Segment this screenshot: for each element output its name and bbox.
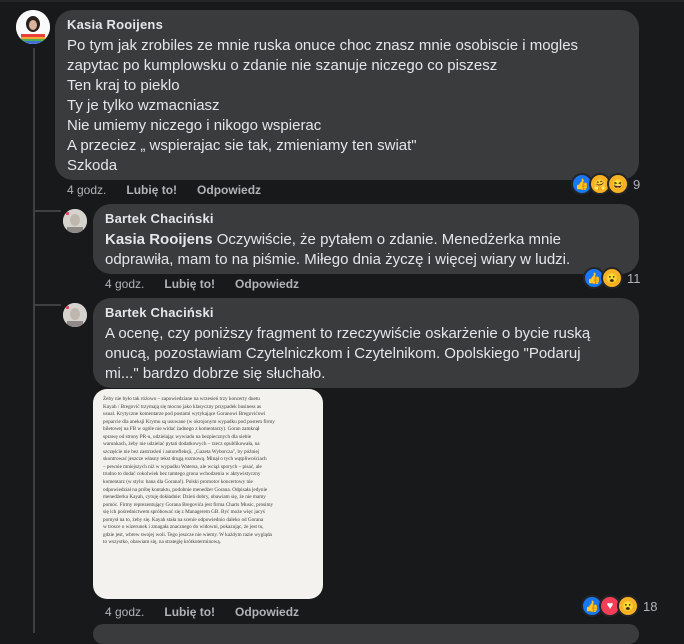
comment-line: zapytac po kumplowsku o zdanie nie szanu…: [67, 57, 498, 74]
comment-time[interactable]: 4 godz.: [105, 605, 144, 619]
thread-branch: [33, 210, 61, 212]
comment-line: Szkoda: [67, 157, 118, 174]
attachment-line: szczęście nie bez zastrzeżeń i autorefle…: [103, 448, 260, 455]
comment-author[interactable]: Kasia Rooijens: [67, 17, 627, 32]
attachment-line: skontrować jeszcze własny tekst drugą ro…: [103, 456, 267, 463]
attachment-line: się ich pośrednictwem spróbować się z Ma…: [103, 509, 265, 516]
attachment-line: trudno to dodać cokolwiek bez tamtego gr…: [103, 471, 261, 478]
thread-branch: [33, 304, 61, 306]
comment-line: Nie umiemy niczego i nikogo wspierac: [67, 117, 322, 134]
attachment-line: to wszystko, obawiam się, na strategię k…: [103, 539, 221, 546]
reply-button[interactable]: Odpowiedz: [235, 277, 299, 291]
avatar[interactable]: [63, 303, 87, 327]
mention-link[interactable]: Kasia Rooijens: [105, 231, 213, 248]
comment-actions: 4 godz. Lubię to! Odpowiedz: [105, 605, 319, 619]
next-comment-bubble: [93, 624, 639, 644]
attachment-line: Kayah / Bregović trzymają się mocno jako…: [103, 403, 262, 410]
reply-button[interactable]: Odpowiedz: [235, 605, 299, 619]
comment-time[interactable]: 4 godz.: [67, 183, 106, 197]
like-button[interactable]: Lubię to!: [126, 183, 177, 197]
comment-line: odprawiła, mam to na piśmie. Miłego dnia…: [105, 251, 571, 268]
comment-line: mi..." bardzo dobrze się słuchało.: [105, 365, 326, 382]
comment-line: Ty je tylko wzmacniasz: [67, 97, 220, 114]
reaction-count: 11: [627, 270, 641, 286]
comment-author[interactable]: Bartek Chaciński: [105, 211, 627, 226]
attachment-line: pomysł na to, żeby się. Kayah stała na s…: [103, 516, 264, 523]
avatar[interactable]: [63, 209, 87, 233]
comment-author[interactable]: Bartek Chaciński: [105, 305, 627, 320]
comment-actions: 4 godz. Lubię to! Odpowiedz: [105, 277, 319, 291]
comment-text: Kasia Rooijens Oczywiście, że pytałem o …: [105, 230, 627, 270]
avatar[interactable]: [16, 10, 50, 44]
profile-photo-icon: [63, 209, 87, 233]
profile-photo-icon: [63, 303, 87, 327]
comment-line: A ocenę, czy poniższy fragment to rzeczy…: [105, 325, 591, 342]
attachment-line: gdzie jest, wbrew swojej woli. Tego jesz…: [103, 531, 272, 538]
wow-icon: 😮: [617, 595, 639, 617]
comment-line: Ten kraj to pieklo: [67, 77, 180, 94]
attachment-line: – pewnie mniejszych niż w wypadku Waters…: [103, 463, 262, 470]
reaction-summary[interactable]: 👍 ♥ 😮 18: [581, 595, 657, 617]
attachment-line: menedżerka Kayah, cytuję dokładnie: Dzie…: [103, 494, 266, 501]
previous-comment-edge: [0, 0, 684, 2]
comment-line: A przeciez „ wspierajac sie tak, zmienia…: [67, 137, 417, 154]
thread-line: [33, 48, 35, 633]
attachment-line: warunkach, żeby nie udzielać pytań dodat…: [103, 441, 260, 448]
attachment-line: usual. Krytyczne komentarze pod postami …: [103, 411, 266, 418]
comment-time[interactable]: 4 godz.: [105, 277, 144, 291]
reply-button[interactable]: Odpowiedz: [197, 183, 261, 197]
comment-text-segment: Oczywiście, że pytałem o zdanie. Menedże…: [212, 231, 562, 248]
comment-bubble: Bartek Chaciński Kasia Rooijens Oczywiśc…: [93, 204, 639, 274]
reaction-count: 9: [633, 176, 641, 192]
comment-line: Po tym jak zrobiles ze mnie ruska onuce …: [67, 37, 579, 54]
attachment-line: Żeby nie było tak różowo – zapowiedziane…: [103, 396, 260, 402]
comment-line: onucą, pozostawiam Czytelniczkom i Czyte…: [105, 345, 581, 362]
attachment-line: biletowej na FB w ogóle nie widać żadneg…: [103, 426, 260, 433]
reaction-count: 18: [643, 598, 658, 614]
reaction-summary[interactable]: 👍 😮 11: [583, 267, 641, 289]
attachment-line: w trosce o wizerunek i zmagała znacznego…: [103, 524, 264, 531]
comment-text: A ocenę, czy poniższy fragment to rzeczy…: [105, 324, 627, 384]
attachment-line: odpowiedział na próbę kontaktu, podobnie…: [103, 486, 268, 493]
reaction-summary[interactable]: 👍 🤗 😆 9: [571, 173, 640, 195]
comment-bubble: Kasia Rooijens Po tym jak zrobiles ze mn…: [55, 10, 639, 180]
wow-icon: 😮: [601, 267, 623, 289]
comment-text: Po tym jak zrobiles ze mnie ruska onuce …: [67, 36, 627, 176]
comment-line: Kasia Rooijens Oczywiście, że pytałem o …: [105, 230, 627, 250]
comment-actions: 4 godz. Lubię to! Odpowiedz: [67, 183, 281, 197]
attachment-text: Żeby nie było tak różowo – zapowiedziane…: [103, 396, 313, 547]
image-attachment[interactable]: Żeby nie było tak różowo – zapowiedziane…: [93, 389, 323, 599]
attachment-line: sprawę od strony PR-u, udzielając wywiad…: [103, 433, 252, 440]
haha-icon: 😆: [607, 173, 629, 195]
profile-photo-icon: [16, 10, 50, 44]
comment-bubble: Bartek Chaciński A ocenę, czy poniższy f…: [93, 298, 639, 388]
like-button[interactable]: Lubię to!: [164, 605, 215, 619]
like-button[interactable]: Lubię to!: [164, 277, 215, 291]
attachment-line: komentarz (w stylu: bana dla Gorana!). P…: [103, 479, 253, 486]
attachment-line: pomóc. Firmy reprezentujący Gorana Brego…: [103, 501, 274, 508]
